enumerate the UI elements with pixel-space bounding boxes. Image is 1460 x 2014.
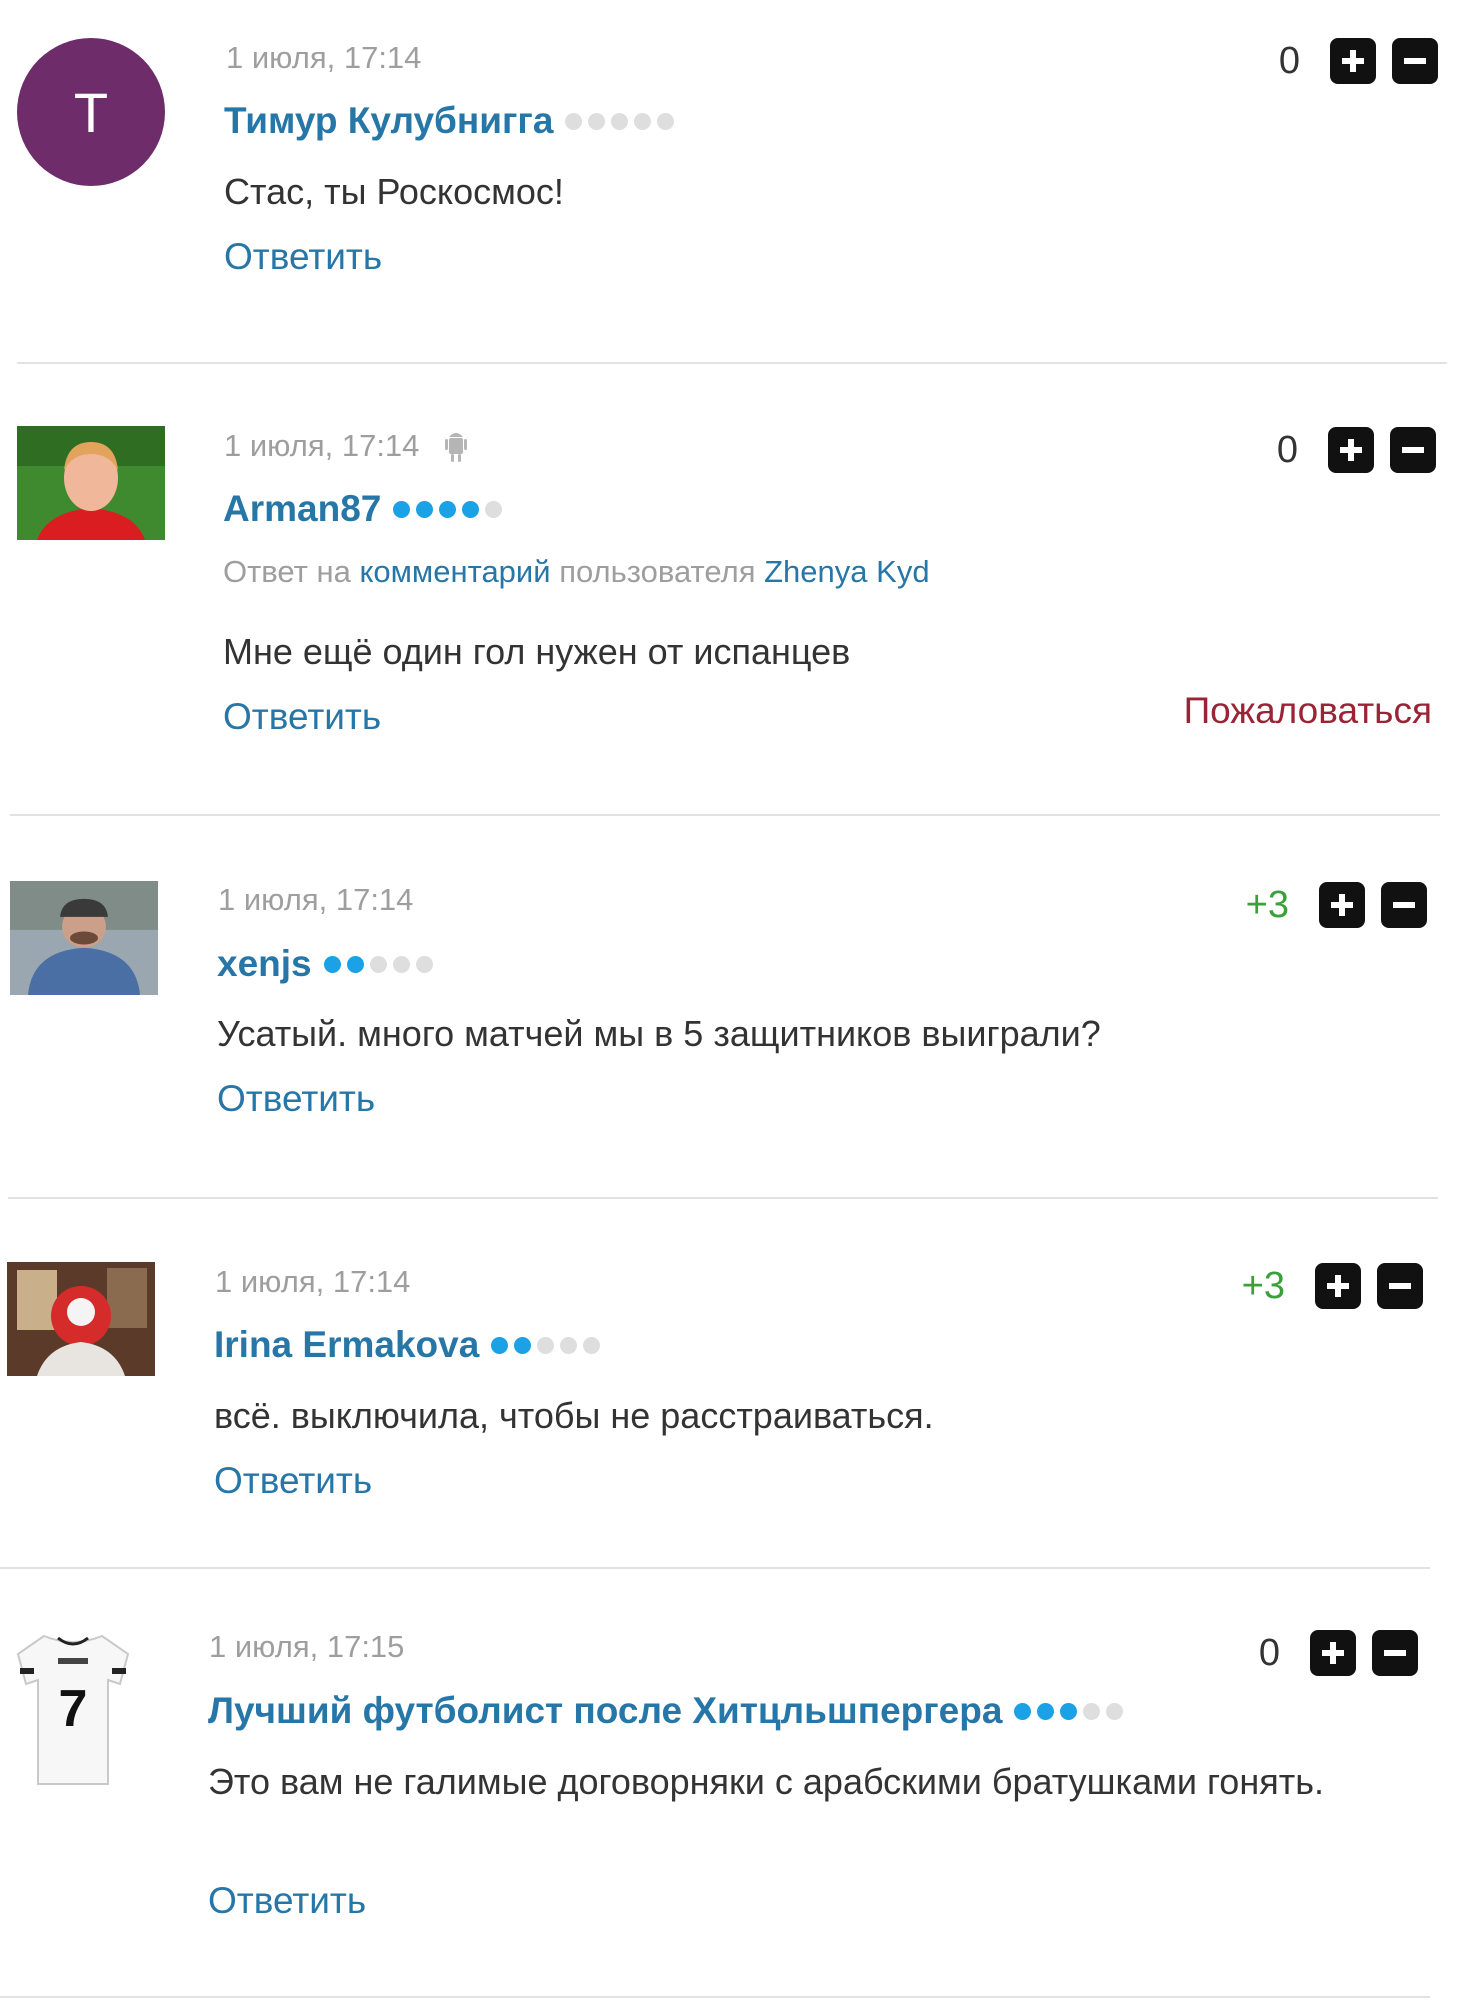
vote-widget: 0 <box>1259 1630 1418 1676</box>
vote-up-button[interactable] <box>1310 1630 1356 1676</box>
reply-button[interactable]: Ответить <box>208 1880 366 1922</box>
jersey-number: 7 <box>59 1680 88 1738</box>
vote-down-button[interactable] <box>1372 1630 1418 1676</box>
divider <box>0 1996 1430 1998</box>
jersey-image: 7 <box>16 1634 130 1785</box>
comment-date: 1 июля, 17:15 <box>209 1629 405 1664</box>
comment-text: Это вам не галимые договорняки с арабски… <box>208 1761 1324 1802</box>
author-name[interactable]: Лучший футболист после Хитцльшпергера <box>208 1690 1129 1732</box>
user-rating <box>1014 1702 1129 1720</box>
comment-score: 0 <box>1258 1631 1280 1674</box>
comments-list: Т 1 июля, 17:14 0 Тимур Кулубнигга Стас,… <box>0 0 1460 2014</box>
avatar[interactable]: 7 <box>14 1628 132 1788</box>
comment: 7 1 июля, 17:15 0 Лучший футболист после… <box>0 0 1460 2014</box>
minus-icon <box>1384 1650 1406 1656</box>
plus-icon <box>1322 1642 1344 1664</box>
